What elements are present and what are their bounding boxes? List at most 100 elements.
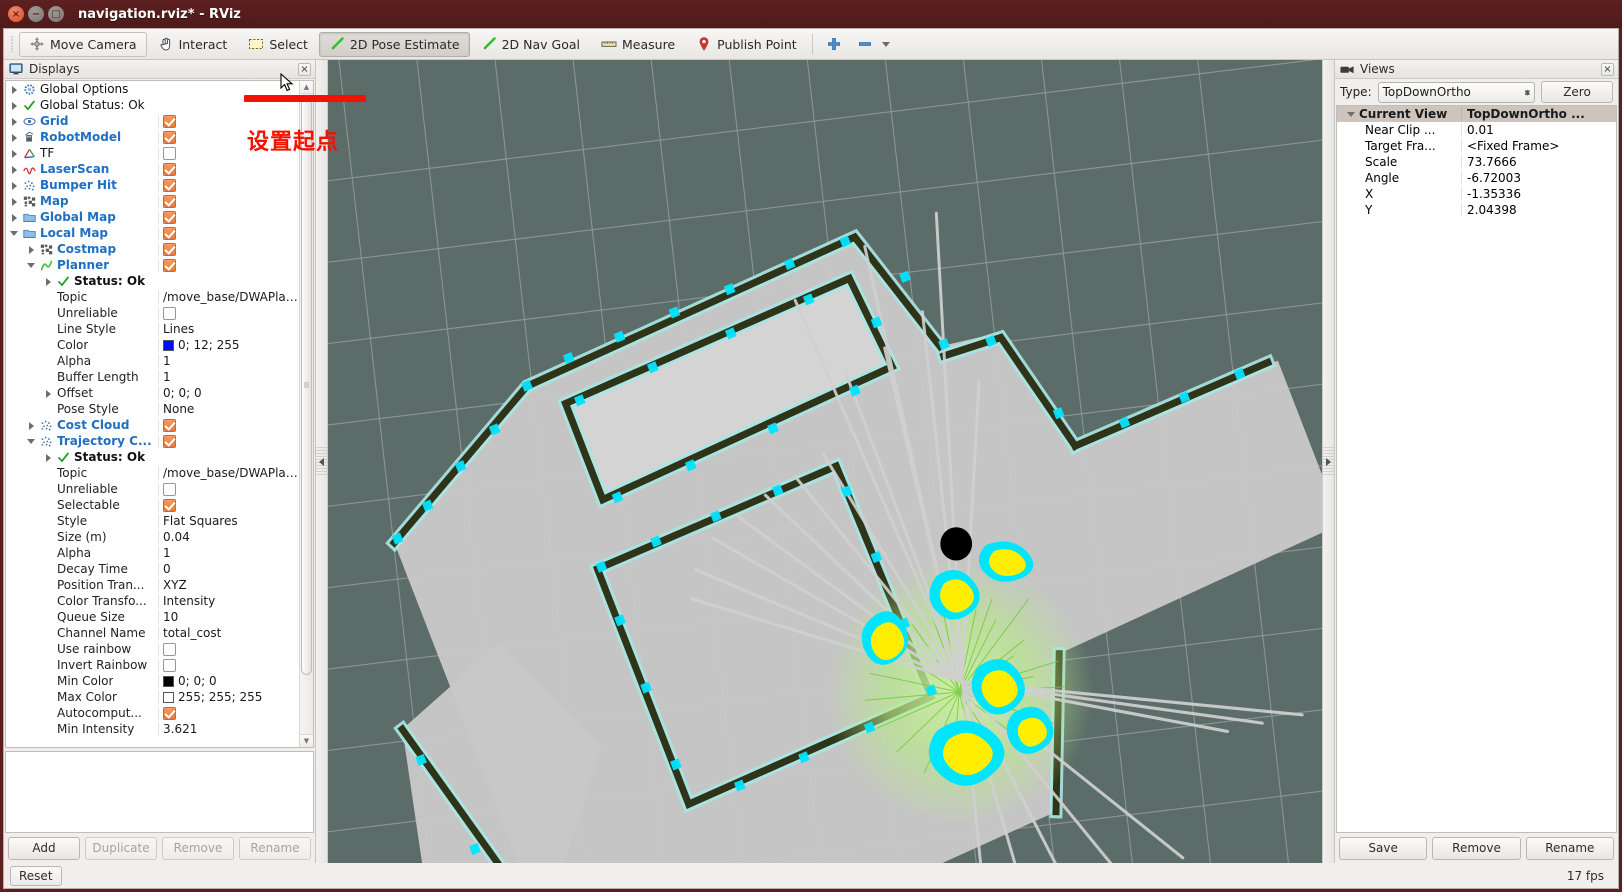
display-tree-row[interactable]: Queue Size 10 bbox=[6, 609, 299, 625]
display-tree-row[interactable]: Topic/move_base/DWAPlan... bbox=[6, 289, 299, 305]
3d-viewport[interactable] bbox=[328, 60, 1322, 863]
expand-arrow-closed-icon[interactable] bbox=[10, 181, 19, 190]
display-enabled-checkbox[interactable] bbox=[163, 642, 176, 656]
toolbar-drag-handle[interactable] bbox=[8, 33, 16, 55]
display-tree-row[interactable]: Planner bbox=[6, 257, 299, 273]
display-tree-row[interactable]: Global Map bbox=[6, 209, 299, 225]
spinner-icon[interactable]: ▲ ▼ bbox=[1525, 88, 1530, 96]
display-tree-value[interactable]: 0; 0; 0 bbox=[158, 386, 299, 400]
display-enabled-checkbox[interactable] bbox=[163, 306, 176, 320]
display-enabled-checkbox[interactable] bbox=[163, 242, 176, 256]
display-enabled-checkbox[interactable] bbox=[163, 434, 176, 448]
display-tree-value[interactable]: 0.04 bbox=[158, 530, 299, 544]
display-tree-row[interactable]: Style Flat Squares bbox=[6, 513, 299, 529]
expand-arrow-closed-icon[interactable] bbox=[44, 389, 53, 398]
display-enabled-checkbox[interactable] bbox=[163, 130, 176, 144]
tool-measure[interactable]: Measure bbox=[591, 32, 685, 57]
views-table-row[interactable]: Angle -6.72003 bbox=[1337, 170, 1616, 186]
add-button[interactable]: Add bbox=[8, 836, 80, 860]
views-row-value[interactable]: 0.01 bbox=[1461, 123, 1616, 137]
expand-arrow-closed-icon[interactable] bbox=[10, 165, 19, 174]
expand-arrow-closed-icon[interactable] bbox=[27, 421, 36, 430]
views-property-table[interactable]: Current View TopDownOrtho ... Near Clip ..… bbox=[1336, 105, 1617, 833]
expand-arrow-open-icon[interactable] bbox=[27, 261, 36, 270]
display-tree-value[interactable]: None bbox=[158, 402, 299, 416]
scroll-up-icon[interactable]: ▲ bbox=[300, 81, 313, 94]
expand-arrow-closed-icon[interactable] bbox=[10, 213, 19, 222]
save-view-button[interactable]: Save bbox=[1339, 836, 1428, 860]
display-tree-value[interactable]: 0; 0; 0 bbox=[158, 674, 299, 688]
display-tree-value[interactable] bbox=[158, 242, 299, 256]
display-tree-value[interactable] bbox=[158, 178, 299, 192]
maximize-icon[interactable]: □ bbox=[48, 6, 64, 22]
duplicate-button[interactable]: Duplicate bbox=[85, 836, 157, 860]
color-swatch[interactable] bbox=[163, 339, 174, 351]
views-row-value[interactable]: -1.35336 bbox=[1461, 187, 1616, 201]
display-enabled-checkbox[interactable] bbox=[163, 178, 176, 192]
display-enabled-checkbox[interactable] bbox=[163, 194, 176, 208]
display-tree-value[interactable] bbox=[158, 434, 299, 448]
rename-button[interactable]: Rename bbox=[239, 836, 311, 860]
expand-arrow-open-icon[interactable] bbox=[10, 229, 19, 238]
display-tree-row[interactable]: Unreliable bbox=[6, 305, 299, 321]
display-tree-row[interactable]: Alpha 1 bbox=[6, 353, 299, 369]
display-tree-value[interactable] bbox=[158, 210, 299, 224]
display-tree-value[interactable]: Flat Squares bbox=[158, 514, 299, 528]
display-tree-value[interactable]: Lines bbox=[158, 322, 299, 336]
display-tree-row[interactable]: Color Transfo... Intensity bbox=[6, 593, 299, 609]
views-row-value[interactable]: 73.7666 bbox=[1461, 155, 1616, 169]
display-tree-value[interactable]: /move_base/DWAPlan... bbox=[158, 290, 299, 304]
display-enabled-checkbox[interactable] bbox=[163, 482, 176, 496]
display-tree-row[interactable]: Costmap bbox=[6, 241, 299, 257]
views-row-value[interactable]: -6.72003 bbox=[1461, 171, 1616, 185]
chevron-right-icon[interactable] bbox=[1326, 457, 1331, 466]
rename-view-button[interactable]: Rename bbox=[1525, 836, 1614, 860]
display-tree-row[interactable]: Buffer Length 1 bbox=[6, 369, 299, 385]
expand-arrow-closed-icon[interactable] bbox=[10, 117, 19, 126]
display-tree-value[interactable] bbox=[158, 226, 299, 240]
views-row-value[interactable]: <Fixed Frame> bbox=[1461, 139, 1616, 153]
display-enabled-checkbox[interactable] bbox=[163, 418, 176, 432]
display-tree-row[interactable]: Position Tran... XYZ bbox=[6, 577, 299, 593]
remove-button[interactable]: Remove bbox=[162, 836, 234, 860]
views-table-row[interactable]: X -1.35336 bbox=[1337, 186, 1616, 202]
display-tree-value[interactable] bbox=[158, 658, 299, 672]
display-tree-value[interactable]: 1 bbox=[158, 546, 299, 560]
display-tree-value[interactable] bbox=[158, 418, 299, 432]
tool-interact[interactable]: Interact bbox=[148, 32, 238, 57]
display-enabled-checkbox[interactable] bbox=[163, 114, 176, 128]
display-tree-row[interactable]: Unreliable bbox=[6, 481, 299, 497]
views-table-row[interactable]: Target Fra... <Fixed Frame> bbox=[1337, 138, 1616, 154]
display-tree-row[interactable]: Channel Name total_cost bbox=[6, 625, 299, 641]
remove-view-button[interactable]: Remove bbox=[1432, 836, 1521, 860]
display-tree-value[interactable] bbox=[158, 306, 299, 320]
right-panel-collapse-handle[interactable] bbox=[1322, 60, 1334, 863]
display-tree-row[interactable]: Size (m) 0.04 bbox=[6, 529, 299, 545]
display-tree-row[interactable]: LaserScan bbox=[6, 161, 299, 177]
expand-arrow-closed-icon[interactable] bbox=[10, 85, 19, 94]
display-tree-value[interactable]: /move_base/DWAPlan... bbox=[158, 466, 299, 480]
display-tree-value[interactable]: 0; 12; 255 bbox=[158, 338, 299, 352]
close-icon[interactable]: × bbox=[8, 6, 24, 22]
tool-2d-nav-goal[interactable]: 2D Nav Goal bbox=[471, 32, 590, 57]
display-enabled-checkbox[interactable] bbox=[163, 162, 176, 176]
display-tree-row[interactable]: Min Intensity 3.621 bbox=[6, 721, 299, 737]
display-tree-value[interactable]: total_cost bbox=[158, 626, 299, 640]
views-row-value[interactable]: 2.04398 bbox=[1461, 203, 1616, 217]
display-tree-value[interactable]: 1 bbox=[158, 370, 299, 384]
display-tree-row[interactable]: Status: Ok bbox=[6, 449, 299, 465]
display-tree-row[interactable]: Invert Rainbow bbox=[6, 657, 299, 673]
display-tree-value[interactable] bbox=[158, 258, 299, 272]
tool-move-camera[interactable]: Move Camera bbox=[19, 31, 147, 57]
view-type-select[interactable]: TopDownOrtho ▲ ▼ bbox=[1377, 81, 1535, 103]
expand-arrow-open-icon[interactable] bbox=[1347, 110, 1356, 119]
display-enabled-checkbox[interactable] bbox=[163, 706, 176, 720]
display-tree-row[interactable]: Status: Ok bbox=[6, 273, 299, 289]
display-tree-row[interactable]: Cost Cloud bbox=[6, 417, 299, 433]
views-table-row[interactable]: Scale 73.7666 bbox=[1337, 154, 1616, 170]
color-swatch[interactable] bbox=[163, 691, 174, 703]
displays-scrollbar[interactable]: ▲ ▼ bbox=[299, 81, 313, 747]
display-tree-value[interactable] bbox=[158, 194, 299, 208]
display-tree-row[interactable]: Offset 0; 0; 0 bbox=[6, 385, 299, 401]
tool-select[interactable]: Select bbox=[238, 32, 318, 57]
